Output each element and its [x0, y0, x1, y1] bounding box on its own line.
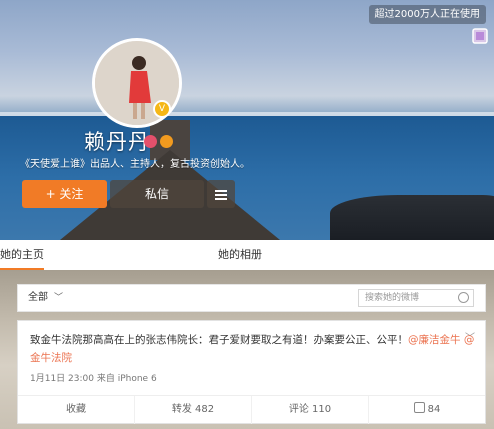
mention-link[interactable]: @廉洁金牛 — [408, 334, 461, 346]
profile-tabs: 她的主页 她的相册 — [0, 240, 494, 270]
user-count-badge: 超过2000万人正在使用 — [368, 5, 486, 24]
chevron-down-icon: ﹀ — [54, 293, 64, 303]
tab-home[interactable]: 她的主页 — [0, 240, 44, 270]
profile-bio: 《天使爱上谁》出品人、主持人，复古投资创始人。 — [20, 159, 250, 170]
like-button[interactable]: 84 — [368, 396, 485, 424]
like-icon — [413, 402, 425, 413]
profile-name: 赖丹丹 — [84, 130, 150, 154]
like-count: 84 — [427, 404, 441, 415]
message-button[interactable]: 私信 — [110, 180, 204, 208]
search-input[interactable]: 搜索她的微博 — [358, 289, 474, 307]
post-actions: 收藏 转发 482 评论 110 84 — [18, 395, 485, 424]
post-text: 致金牛法院那高高在上的张志伟院长：君子爱财要取之有道！办案要公正、公平！@廉洁金… — [30, 331, 475, 367]
profile-cover: 超过2000万人正在使用 V 赖丹丹 《天使爱上谁》出品人、主持人，复古投资创始… — [0, 0, 494, 240]
menu-icon — [215, 189, 227, 200]
filter-label: 全部 — [28, 292, 48, 303]
comment-button[interactable]: 评论 110 — [251, 396, 368, 424]
change-cover-icon[interactable] — [472, 28, 488, 44]
repost-button[interactable]: 转发 482 — [134, 396, 251, 424]
favorite-button[interactable]: 收藏 — [18, 396, 134, 424]
tab-album[interactable]: 她的相册 — [218, 240, 262, 270]
follow-button[interactable]: + 关注 — [22, 180, 107, 208]
search-icon — [458, 292, 469, 303]
post-meta: 1月11日 23:00 来自 iPhone 6 — [30, 374, 157, 384]
search-placeholder: 搜索她的微博 — [365, 293, 420, 303]
gender-icon — [144, 135, 157, 148]
member-icon — [160, 135, 173, 148]
more-button[interactable] — [207, 180, 235, 208]
post-text-main: 致金牛法院那高高在上的张志伟院长：君子爱财要取之有道！办案要公正、公平！ — [30, 334, 408, 346]
filter-dropdown[interactable]: 全部 ﹀ — [28, 285, 63, 311]
feed-filter-bar: 全部 ﹀ 搜索她的微博 — [17, 284, 486, 312]
cover-rocks — [330, 195, 494, 240]
verified-icon: V — [153, 100, 171, 118]
post-card: ﹀ 致金牛法院那高高在上的张志伟院长：君子爱财要取之有道！办案要公正、公平！@廉… — [17, 320, 486, 424]
